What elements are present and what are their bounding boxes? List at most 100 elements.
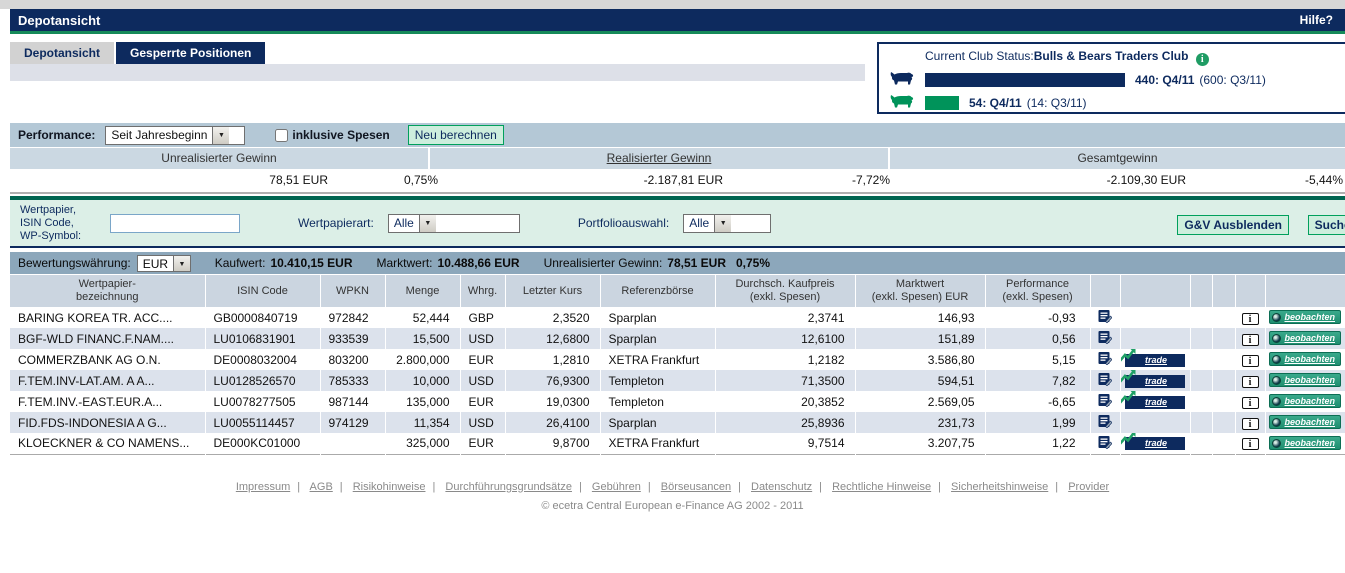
cell-letzter-kurs: 9,8700 [505, 433, 600, 454]
footer-link[interactable]: Datenschutz [751, 481, 812, 493]
trade-button[interactable]: trade [1125, 375, 1185, 388]
beobachten-button[interactable]: beobachten [1269, 352, 1341, 366]
bear-previous: (14: Q3/11) [1027, 96, 1087, 110]
wertpapierart-select[interactable]: Alle ▼ [388, 214, 520, 233]
footer-link[interactable]: Risikohinweise [353, 481, 426, 493]
cell-referenzboerse: Templeton [600, 370, 715, 391]
beobachten-button[interactable]: beobachten [1269, 415, 1341, 429]
col-header-wertpapier: Wertpapier- bezeichnung [10, 275, 205, 307]
footer-links: Impressum| AGB| Risikohinweise| Durchfüh… [0, 481, 1345, 493]
cell-performance: -0,93 [985, 307, 1090, 328]
cell-performance: 0,56 [985, 328, 1090, 349]
note-edit-icon[interactable] [1098, 435, 1112, 449]
info-card-icon[interactable]: i [1242, 313, 1259, 325]
col-header-info [1235, 275, 1265, 307]
portfolioauswahl-select[interactable]: Alle ▼ [683, 214, 771, 233]
col-header-referenzboerse: Referenzbörse [600, 275, 715, 307]
help-link[interactable]: Hilfe? [1300, 13, 1333, 27]
footer-link[interactable]: Gebühren [592, 481, 641, 493]
beobachten-button-label: beobachten [1284, 438, 1335, 448]
trade-button[interactable]: trade [1125, 354, 1185, 367]
note-edit-icon[interactable] [1098, 414, 1112, 428]
footer-separator: | [579, 481, 582, 493]
cell-wertpapier: KLOECKNER & CO NAMENS... [10, 433, 205, 454]
cell-wpkn: 785333 [320, 370, 385, 391]
neu-berechnen-button[interactable]: Neu berechnen [408, 125, 504, 145]
club-status-line: Current Club Status:Bulls & Bears Trader… [879, 44, 1345, 68]
chart-up-icon [1120, 433, 1136, 446]
beobachten-button-label: beobachten [1284, 375, 1335, 385]
cell-performance: 7,82 [985, 370, 1090, 391]
cell-wertpapier: F.TEM.INV-LAT.AM. A A... [10, 370, 205, 391]
cell-kaufpreis: 25,8936 [715, 412, 855, 433]
footer-link[interactable]: Durchführungsgrundsätze [445, 481, 572, 493]
note-edit-icon[interactable] [1098, 393, 1112, 407]
beobachten-button[interactable]: beobachten [1269, 436, 1341, 450]
bull-progress-bar [925, 73, 1125, 87]
note-edit-icon[interactable] [1098, 372, 1112, 386]
chevron-down-icon: ▼ [714, 215, 731, 232]
info-card-icon[interactable]: i [1242, 376, 1259, 388]
footer-link[interactable]: AGB [310, 481, 333, 493]
eye-icon [1272, 418, 1281, 427]
info-card-icon[interactable]: i [1242, 418, 1259, 430]
info-card-icon[interactable]: i [1242, 438, 1259, 450]
inklusive-spesen-checkbox[interactable] [275, 129, 288, 142]
beobachten-button[interactable]: beobachten [1269, 394, 1341, 408]
info-card-icon[interactable]: i [1242, 355, 1259, 367]
cell-wertpapier: COMMERZBANK AG O.N. [10, 349, 205, 370]
footer-link[interactable]: Rechtliche Hinweise [832, 481, 931, 493]
gains-value-row: 78,51 EUR 0,75% -2.187,81 EUR -7,72% -2.… [10, 169, 1345, 191]
eye-icon [1272, 355, 1281, 364]
tab-depotansicht[interactable]: Depotansicht [10, 42, 114, 64]
period-value: Seit Jahresbeginn [106, 127, 212, 144]
info-circle-icon[interactable]: i [1196, 53, 1209, 66]
realisierter-gewinn-link[interactable]: Realisierter Gewinn [430, 148, 888, 169]
kaufwert-label: Kaufwert: [215, 256, 266, 270]
club-status-box: Current Club Status:Bulls & Bears Trader… [877, 42, 1345, 114]
footer-separator: | [340, 481, 343, 493]
cell-whrg: EUR [460, 391, 505, 412]
bull-previous: (600: Q3/11) [1199, 73, 1265, 87]
cell-whrg: USD [460, 370, 505, 391]
gv-ausblenden-button[interactable]: G&V Ausblenden [1177, 215, 1289, 235]
suchen-button[interactable]: Suchen [1308, 215, 1345, 235]
beobachten-button[interactable]: beobachten [1269, 310, 1341, 324]
table-row: BGF-WLD FINANC.F.NAM.... LU0106831901 93… [10, 328, 1345, 349]
note-edit-icon[interactable] [1098, 309, 1112, 323]
cell-marktwert: 146,93 [855, 307, 985, 328]
beobachten-button[interactable]: beobachten [1269, 373, 1341, 387]
note-edit-icon[interactable] [1098, 351, 1112, 365]
performance-period-select[interactable]: Seit Jahresbeginn ▼ [105, 126, 245, 145]
cell-marktwert: 151,89 [855, 328, 985, 349]
tab-gesperrte-positionen[interactable]: Gesperrte Positionen [116, 42, 265, 64]
col-header-watch [1265, 275, 1345, 307]
footer-link[interactable]: Sicherheitshinweise [951, 481, 1048, 493]
bull-icon [879, 70, 925, 89]
cell-wertpapier: F.TEM.INV.-EAST.EUR.A... [10, 391, 205, 412]
cell-performance: -6,65 [985, 391, 1090, 412]
beobachten-button[interactable]: beobachten [1269, 331, 1341, 345]
chart-up-icon [1120, 349, 1136, 363]
footer-link[interactable]: Provider [1068, 481, 1109, 493]
note-edit-icon[interactable] [1098, 330, 1112, 344]
cell-referenzboerse: XETRA Frankfurt [600, 349, 715, 370]
table-row: KLOECKNER & CO NAMENS... DE000KC01000 32… [10, 433, 1345, 454]
trade-button[interactable]: trade [1125, 437, 1185, 450]
info-card-icon[interactable]: i [1242, 334, 1259, 346]
beobachten-button-label: beobachten [1284, 396, 1335, 406]
cell-menge: 10,000 [385, 370, 460, 391]
trade-button[interactable]: trade [1125, 396, 1185, 409]
footer-link[interactable]: Impressum [236, 481, 290, 493]
cell-menge: 325,000 [385, 433, 460, 454]
info-card-icon[interactable]: i [1242, 397, 1259, 409]
footer-link[interactable]: Börseusancen [661, 481, 731, 493]
cell-wpkn [320, 433, 385, 454]
cell-wpkn: 803200 [320, 349, 385, 370]
inklusive-spesen-label: inklusive Spesen [292, 128, 389, 142]
cell-whrg: EUR [460, 349, 505, 370]
wertpapier-search-input[interactable] [110, 214, 240, 233]
currency-select[interactable]: EUR ▼ [137, 255, 191, 272]
footer-link-item: Börseusancen| [661, 481, 748, 493]
cell-whrg: USD [460, 328, 505, 349]
